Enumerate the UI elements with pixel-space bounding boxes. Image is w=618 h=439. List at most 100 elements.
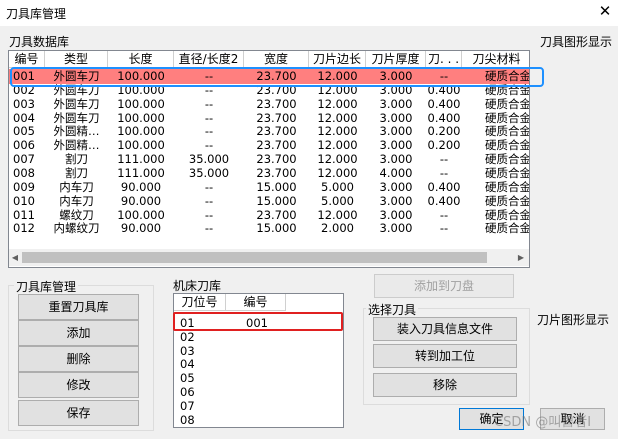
table-cell: 内螺纹刀 <box>53 221 100 236</box>
col-header-blade-thickness[interactable]: 刀片厚度 <box>366 51 426 68</box>
scroll-right-icon[interactable]: ▶ <box>515 250 527 265</box>
table-row[interactable]: 012 内螺纹刀 90.000 -- 15.000 2.000 3.000 -- 硬质合金 <box>9 221 529 235</box>
table-cell: 3.000 <box>379 124 413 139</box>
table-cell: 12.000 <box>317 96 358 111</box>
table-cell: 硬质合金 <box>485 152 530 167</box>
table-cell: 90.000 <box>120 221 162 236</box>
table-cell: 23.700 <box>256 124 297 139</box>
table-cell: 内车刀 <box>59 179 94 194</box>
table-row[interactable]: 011 螺纹刀 100.000 -- 23.700 12.000 3.000 -- 硬质合金 <box>9 208 529 222</box>
table-cell: -- <box>439 152 449 167</box>
table-cell: 3.000 <box>379 207 413 222</box>
table-cell: 12.000 <box>317 207 358 222</box>
table-cell: 3.000 <box>379 96 413 111</box>
remove-button[interactable]: 移除 <box>373 373 517 397</box>
table-row[interactable]: 009 内车刀 90.000 -- 15.000 5.000 3.000 0.400 硬质合金 <box>9 180 529 194</box>
col-header-code[interactable]: 编号 <box>226 294 286 311</box>
add-button[interactable]: 添加 <box>18 320 139 346</box>
table-cell: -- <box>204 96 214 111</box>
delete-button[interactable]: 删除 <box>18 346 139 372</box>
table-cell: 12.000 <box>317 165 358 180</box>
table-cell: 硬质合金 <box>485 138 530 153</box>
table-cell: 011 <box>13 207 35 222</box>
selected-row-highlight <box>10 67 544 87</box>
table-cell: 12.000 <box>317 110 358 125</box>
col-header-diameter[interactable]: 直径/长度2 <box>174 51 244 68</box>
tool-graphic-label: 刀具图形显示 <box>540 35 613 49</box>
scroll-thumb[interactable] <box>22 252 487 263</box>
scroll-left-icon[interactable]: ◀ <box>9 250 21 265</box>
table-cell: 23.700 <box>256 207 297 222</box>
watermark: CSDN @叫兽者I <box>494 415 592 430</box>
table-cell: -- <box>204 179 214 194</box>
table-cell: 009 <box>13 179 35 194</box>
table-cell: 23.700 <box>256 165 297 180</box>
table-cell: 15.000 <box>256 221 297 236</box>
machine-library-label: 机床刀库 <box>173 279 222 293</box>
table-cell: 螺纹刀 <box>59 207 94 222</box>
table-cell: 100.000 <box>117 207 165 222</box>
table-cell: 0.400 <box>427 110 461 125</box>
table-cell: 15.000 <box>256 179 297 194</box>
table-cell: 12.000 <box>317 152 358 167</box>
table-cell: 3.000 <box>379 110 413 125</box>
table-cell: 004 <box>13 110 35 125</box>
blade-graphic-label: 刀片图形显示 <box>537 313 610 327</box>
close-icon[interactable]: ✕ <box>596 2 614 22</box>
col-header-slot[interactable]: 刀位号 <box>174 294 226 311</box>
table-cell: -- <box>204 110 214 125</box>
table-row[interactable]: 007 割刀 111.000 35.000 23.700 12.000 3.000 -- 硬质合… <box>9 152 529 166</box>
table-row[interactable]: 004 外圆车刀 100.000 -- 23.700 12.000 3.000 0.400 硬质… <box>9 111 529 125</box>
table-cell: 3.000 <box>379 152 413 167</box>
col-header-length[interactable]: 长度 <box>108 51 174 68</box>
table-cell: 3.000 <box>379 193 413 208</box>
table-cell: 111.000 <box>117 152 165 167</box>
slot-number[interactable]: 04 <box>180 357 195 371</box>
table-cell: 007 <box>13 152 35 167</box>
selected-slot-highlight <box>173 312 343 331</box>
col-header-nose[interactable]: 刀. . . <box>426 51 462 68</box>
table-cell: 硬质合金 <box>485 179 530 194</box>
load-tool-file-button[interactable]: 装入刀具信息文件 <box>373 317 517 341</box>
table-row[interactable]: 005 外圆精… 100.000 -- 23.700 12.000 3.000 0.200 硬质… <box>9 124 529 138</box>
col-header-type[interactable]: 类型 <box>45 51 108 68</box>
table-cell: 外圆车刀 <box>53 110 100 125</box>
slot-number[interactable]: 07 <box>180 399 195 413</box>
table-row[interactable]: 003 外圆车刀 100.000 -- 23.700 12.000 3.000 0.400 硬质… <box>9 97 529 111</box>
table-row[interactable]: 008 割刀 111.000 35.000 23.700 12.000 4.000 -- 硬质合… <box>9 166 529 180</box>
col-header-width[interactable]: 宽度 <box>244 51 309 68</box>
table-cell: 100.000 <box>117 110 165 125</box>
add-to-disk-button[interactable]: 添加到刀盘 <box>374 274 514 298</box>
slot-number[interactable]: 08 <box>180 413 195 427</box>
table-cell: 0.400 <box>427 179 461 194</box>
table-cell: 割刀 <box>65 165 88 180</box>
table-cell: -- <box>204 124 214 139</box>
to-station-button[interactable]: 转到加工位 <box>373 344 517 368</box>
slot-number[interactable]: 03 <box>180 344 195 358</box>
slot-number[interactable]: 05 <box>180 371 195 385</box>
slot-number[interactable]: 02 <box>180 330 195 344</box>
table-cell: 2.000 <box>321 221 354 236</box>
reset-library-button[interactable]: 重置刀具库 <box>18 294 139 320</box>
tool-database-label: 刀具数据库 <box>9 35 70 49</box>
col-header-blade-edge[interactable]: 刀片边长 <box>309 51 366 68</box>
table-row[interactable]: 006 外圆精… 100.000 -- 23.700 12.000 3.000 0.200 硬质… <box>9 138 529 152</box>
slot-number[interactable]: 06 <box>180 385 195 399</box>
table-cell: 外圆精… <box>53 124 100 139</box>
modify-button[interactable]: 修改 <box>18 372 139 398</box>
horizontal-scrollbar[interactable]: ◀ ▶ <box>9 249 529 266</box>
table-cell: 100.000 <box>117 138 165 153</box>
table-cell: 5.000 <box>321 179 354 194</box>
save-button[interactable]: 保存 <box>18 400 139 426</box>
table-cell: 硬质合金 <box>485 207 530 222</box>
col-header-id[interactable]: 编号 <box>9 51 45 68</box>
table-cell: 23.700 <box>256 152 297 167</box>
table-cell: 硬质合金 <box>485 221 530 236</box>
table-cell: 5.000 <box>321 193 354 208</box>
table-row[interactable]: 010 内车刀 90.000 -- 15.000 5.000 3.000 0.400 硬质合金 <box>9 194 529 208</box>
table-cell: 100.000 <box>117 96 165 111</box>
table-cell: 35.000 <box>188 152 230 167</box>
table-cell: -- <box>439 221 449 236</box>
col-header-material[interactable]: 刀尖材料 <box>462 51 529 68</box>
table-cell: 3.000 <box>379 138 413 153</box>
